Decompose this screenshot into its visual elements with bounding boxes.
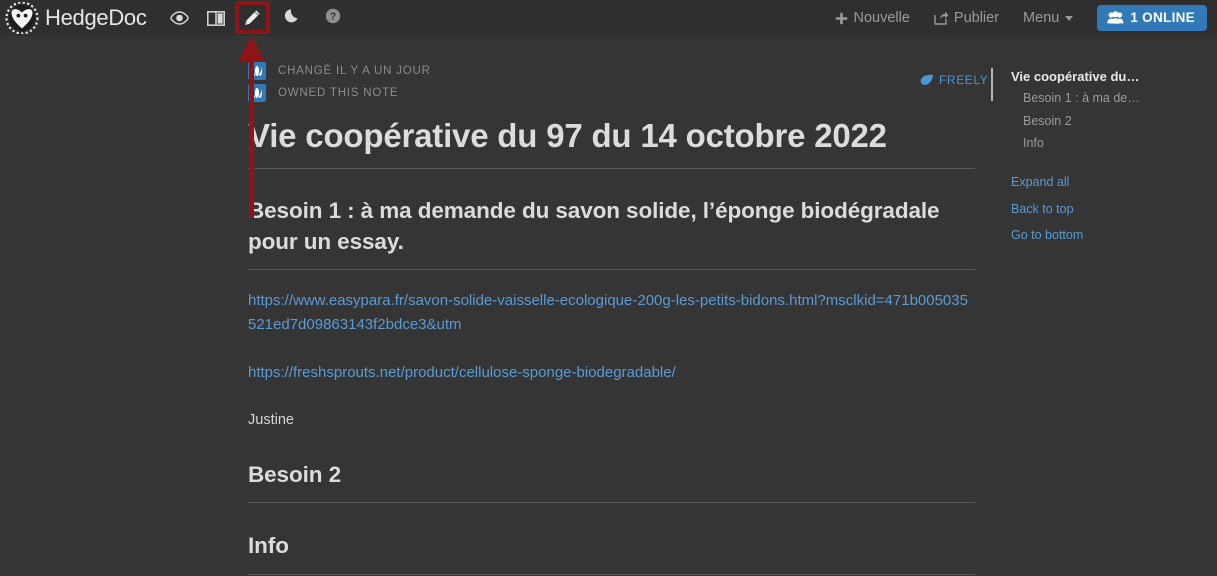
go-to-bottom-link[interactable]: Go to bottom bbox=[1011, 229, 1083, 242]
toc-item-info[interactable]: Info bbox=[1023, 137, 1211, 150]
night-mode-button[interactable] bbox=[276, 3, 310, 33]
expand-all-link[interactable]: Expand all bbox=[1011, 176, 1083, 189]
editor-mode-group bbox=[162, 3, 270, 33]
svg-text:?: ? bbox=[330, 11, 336, 22]
question-circle-icon: ? bbox=[325, 8, 341, 29]
hedgehog-logo-icon bbox=[5, 2, 39, 34]
toc-item-besoin-1[interactable]: Besoin 1 : à ma de… bbox=[1023, 92, 1211, 105]
brand-name: HedgeDoc bbox=[45, 5, 147, 30]
share-square-icon bbox=[934, 11, 949, 25]
pencil-icon bbox=[243, 9, 261, 27]
new-note-button[interactable]: Nouvelle bbox=[835, 10, 910, 26]
plus-icon bbox=[835, 12, 848, 25]
toc-item-title[interactable]: Vie coopérative du… bbox=[1011, 70, 1211, 83]
menu-label: Menu bbox=[1023, 10, 1060, 26]
note-meta-changed: CHANGÉ IL Y A UN JOUR bbox=[248, 60, 975, 82]
online-users-badge[interactable]: 1 ONLINE bbox=[1097, 5, 1207, 31]
link-easypara[interactable]: https://www.easypara.fr/savon-solide-vai… bbox=[248, 289, 975, 338]
publish-button[interactable]: Publier bbox=[934, 10, 999, 26]
user-avatar-icon bbox=[248, 84, 266, 102]
note-meta-owner: OWNED THIS NOTE bbox=[248, 82, 975, 104]
paragraph-justine: Justine bbox=[248, 412, 294, 429]
toc-divider bbox=[991, 68, 993, 101]
permission-badge[interactable]: FREELY bbox=[920, 73, 988, 87]
eye-icon bbox=[170, 11, 189, 25]
columns-icon bbox=[206, 10, 225, 26]
toc-item-besoin-2[interactable]: Besoin 2 bbox=[1023, 115, 1211, 128]
panel-actions: Expand all Back to top Go to bottom bbox=[1011, 176, 1083, 256]
users-icon bbox=[1107, 11, 1124, 24]
table-of-contents: Vie coopérative du… Besoin 1 : à ma de… … bbox=[1011, 70, 1211, 160]
heading-info: Info bbox=[248, 531, 975, 575]
moon-icon bbox=[284, 7, 301, 29]
view-mode-button[interactable] bbox=[162, 3, 198, 33]
back-to-top-link[interactable]: Back to top bbox=[1011, 202, 1083, 216]
note-content: CHANGÉ IL Y A UN JOUR OWNED THIS NOTE Vi… bbox=[248, 60, 975, 575]
note-meta-owner-label: OWNED THIS NOTE bbox=[278, 87, 399, 99]
heading-besoin-2: Besoin 2 bbox=[248, 460, 975, 504]
link-freshsprouts[interactable]: https://freshsprouts.net/product/cellulo… bbox=[248, 361, 975, 385]
page-title: Vie coopérative du 97 du 14 octobre 2022 bbox=[248, 117, 975, 169]
note-meta-changed-label: CHANGÉ IL Y A UN JOUR bbox=[278, 65, 431, 77]
edit-mode-button[interactable] bbox=[234, 3, 270, 33]
chevron-down-icon bbox=[1065, 15, 1074, 21]
both-mode-button[interactable] bbox=[198, 3, 234, 33]
permission-label: FREELY bbox=[939, 73, 989, 87]
navbar: HedgeDoc ? Nouvelle Publier Menu 1 ONLIN… bbox=[0, 0, 1217, 36]
leaf-icon bbox=[920, 74, 934, 86]
menu-button[interactable]: Menu bbox=[1023, 10, 1074, 26]
user-avatar-icon bbox=[248, 62, 266, 80]
online-count-label: 1 ONLINE bbox=[1130, 10, 1195, 25]
publish-label: Publier bbox=[953, 10, 1000, 26]
heading-besoin-1: Besoin 1 : à ma demande du savon solide,… bbox=[248, 196, 975, 271]
brand[interactable]: HedgeDoc bbox=[5, 2, 147, 34]
navbar-right: Nouvelle Publier Menu 1 ONLINE bbox=[835, 5, 1207, 31]
help-button[interactable]: ? bbox=[316, 3, 350, 33]
new-note-label: Nouvelle bbox=[853, 10, 910, 26]
